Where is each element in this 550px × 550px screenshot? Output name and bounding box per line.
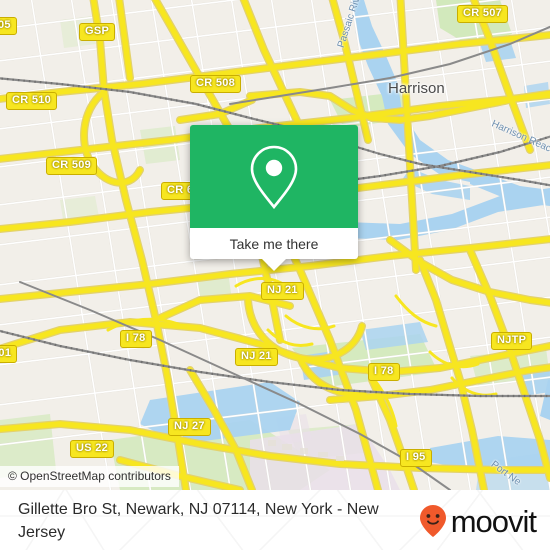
shield-nj-27[interactable]: NJ 27 — [168, 418, 211, 436]
moovit-map-screenshot: .rd{fill:none;stroke:#F7E620;stroke-line… — [0, 0, 550, 550]
map-pin-icon — [250, 145, 298, 209]
shield-cr-509[interactable]: CR 509 — [46, 157, 98, 175]
shield-i-95[interactable]: I 95 — [400, 449, 432, 467]
location-address: Gillette Bro St, Newark, NJ 07114, New Y… — [18, 501, 379, 541]
shield-gsp[interactable]: GSP — [79, 23, 116, 41]
moovit-brand[interactable]: moovit — [418, 503, 537, 539]
footer-bar: Gillette Bro St, Newark, NJ 07114, New Y… — [0, 490, 550, 550]
callout-header — [190, 125, 358, 228]
shield-cr-508[interactable]: CR 508 — [190, 75, 242, 93]
moovit-wordmark: moovit — [450, 503, 537, 539]
shield-nj-21-north[interactable]: NJ 21 — [261, 282, 304, 300]
shield-cr-510[interactable]: CR 510 — [6, 92, 58, 110]
shield-njtp[interactable]: NJTP — [491, 332, 533, 350]
moovit-smiley-pin-icon — [419, 505, 446, 537]
take-me-there-label: Take me there — [229, 235, 319, 252]
shield-cr-505[interactable]: 05 — [0, 17, 17, 35]
shield-cr-601[interactable]: 601 — [0, 345, 18, 363]
shield-i-78-east[interactable]: I 78 — [368, 363, 400, 381]
osm-attribution[interactable]: © OpenStreetMap contributors — [0, 466, 179, 487]
location-callout-card[interactable]: Take me there — [190, 125, 358, 271]
shield-us-22[interactable]: US 22 — [70, 440, 115, 458]
shield-cr-507[interactable]: CR 507 — [457, 5, 509, 23]
place-label-harrison: Harrison — [388, 80, 445, 97]
callout-action[interactable]: Take me there — [190, 228, 358, 259]
shield-nj-21-south[interactable]: NJ 21 — [235, 348, 278, 366]
callout-pointer — [262, 259, 286, 271]
shield-i-78-west[interactable]: I 78 — [120, 330, 152, 348]
